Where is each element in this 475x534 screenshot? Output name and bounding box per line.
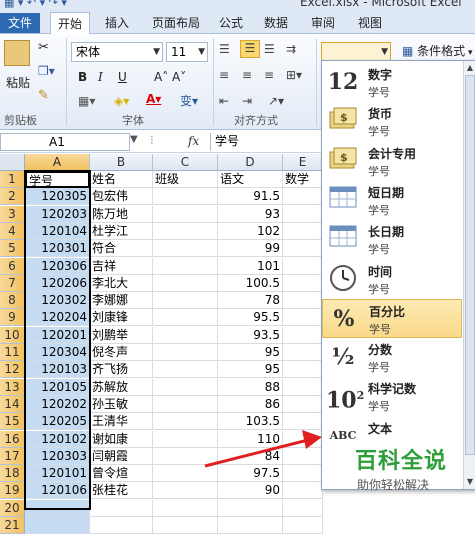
cell[interactable] [153, 517, 218, 534]
watermark-title: 百科全说 [355, 449, 448, 474]
cell[interactable] [218, 517, 283, 534]
watermark-subtitle: 助你轻松解决 [357, 478, 430, 492]
cell[interactable] [90, 517, 153, 534]
cell[interactable] [25, 517, 90, 534]
cell[interactable] [283, 517, 323, 534]
arrow-head [302, 430, 322, 449]
arrow-shaft [204, 437, 313, 468]
watermark: 百科全说 助你轻松解决 [355, 448, 475, 505]
red-arrow-annotation [204, 430, 322, 468]
row-header[interactable]: 21 [0, 517, 25, 534]
